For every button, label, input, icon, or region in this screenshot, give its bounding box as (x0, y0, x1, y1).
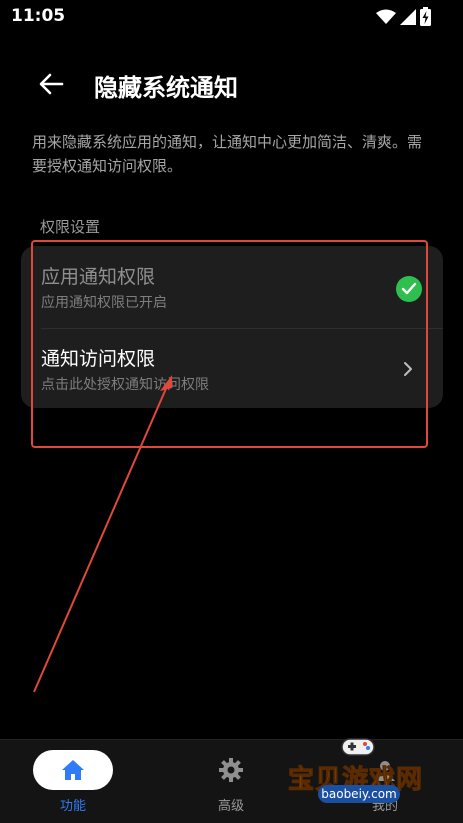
annotation-arrow (33, 375, 172, 693)
watermark-url: baobeiy.com (318, 785, 400, 803)
nav-item-features[interactable]: 功能 (13, 740, 133, 823)
gear-icon (219, 758, 243, 782)
nav-icon-wrap (191, 750, 271, 790)
nav-label: 功能 (59, 799, 86, 814)
nav-label: 高级 (217, 799, 244, 814)
home-icon (62, 760, 84, 780)
nav-item-advanced[interactable]: 高级 (171, 740, 291, 823)
watermark-logo: 宝贝游戏网 baobeiy.com (282, 733, 442, 811)
nav-active-indicator (33, 750, 113, 790)
gamepad-icon (341, 738, 375, 756)
